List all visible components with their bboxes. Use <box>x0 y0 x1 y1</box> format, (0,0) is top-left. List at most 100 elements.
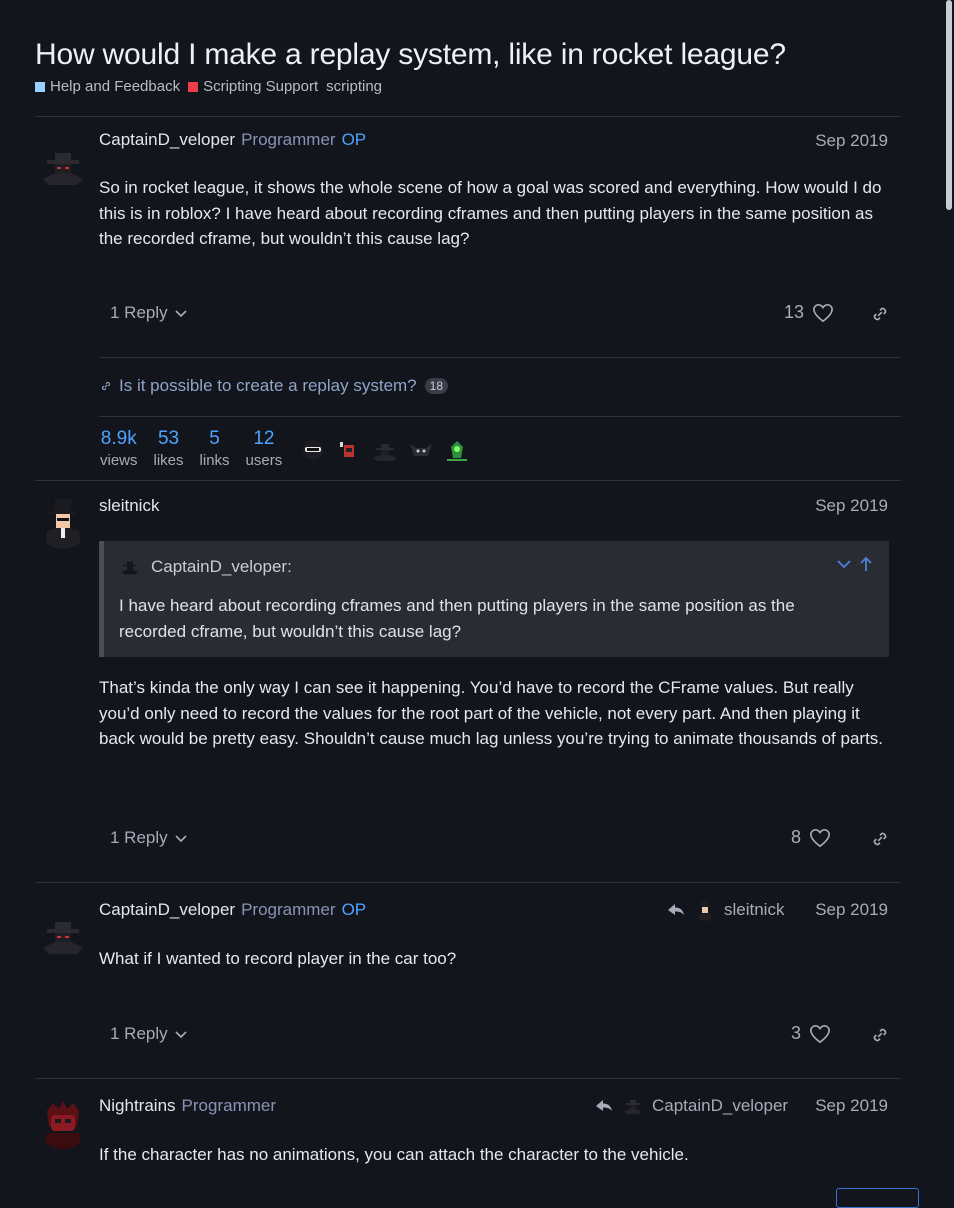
link-icon[interactable] <box>869 828 891 850</box>
stat-number: 12 <box>253 428 275 449</box>
category-label: Scripting Support <box>203 78 319 95</box>
stat-number: 5 <box>209 428 220 449</box>
reply-to-indicator[interactable]: sleitnick <box>666 899 784 921</box>
avatar-captaind-veloper[interactable] <box>37 143 89 195</box>
reply-to-indicator[interactable]: CaptainD_veloper <box>594 1095 788 1117</box>
quote-author-avatar <box>119 556 141 578</box>
stat-number: 53 <box>157 428 180 449</box>
topic-categories: Help and Feedback Scripting Support scri… <box>35 78 382 95</box>
chevron-down-icon <box>175 310 187 318</box>
quote-header: CaptainD_veloper: <box>119 556 292 578</box>
avatar-captaind-veloper[interactable] <box>37 912 89 964</box>
avatar-nightrains[interactable] <box>37 1097 89 1149</box>
category-label: Help and Feedback <box>50 78 181 95</box>
avatar-sleitnick[interactable] <box>37 497 89 549</box>
category-color-swatch <box>188 81 199 92</box>
partially-visible-button[interactable] <box>836 1188 919 1208</box>
like-button[interactable]: 3 <box>791 1023 831 1044</box>
reply-to-avatar <box>622 1095 644 1117</box>
divider <box>35 1078 901 1079</box>
replies-label: 1 Reply <box>110 828 168 847</box>
divider <box>99 416 901 417</box>
chevron-down-icon <box>175 835 187 843</box>
user-flair: Programmer <box>241 130 336 149</box>
op-badge: OP <box>341 130 367 149</box>
post-date[interactable]: Sep 2019 <box>815 496 888 516</box>
stat-label: users <box>245 452 283 469</box>
post-date[interactable]: Sep 2019 <box>815 1096 888 1116</box>
link-icon <box>101 381 111 391</box>
like-button[interactable]: 8 <box>791 827 831 848</box>
reply-to-avatar <box>694 899 716 921</box>
post-date[interactable]: Sep 2019 <box>815 900 888 920</box>
like-count: 3 <box>791 1023 802 1043</box>
post-body: So in rocket league, it shows the whole … <box>99 178 882 248</box>
post-body: What if I wanted to record player in the… <box>99 949 457 968</box>
linked-topic-click-count: 18 <box>424 378 448 394</box>
like-count: 13 <box>784 302 805 322</box>
linked-topic-title[interactable]: Is it possible to create a replay system… <box>119 376 417 396</box>
quote-text: I have heard about recording cframes and… <box>119 596 795 641</box>
heart-icon <box>810 828 830 847</box>
chevron-down-icon[interactable] <box>835 555 853 573</box>
replies-label: 1 Reply <box>110 1024 168 1043</box>
category-help-and-feedback[interactable]: Help and Feedback <box>35 78 180 95</box>
op-badge: OP <box>341 900 367 919</box>
quote-block: CaptainD_veloper: I have heard about rec… <box>99 541 889 657</box>
chevron-down-icon <box>175 1031 187 1039</box>
scrollbar-thumb[interactable] <box>946 0 952 210</box>
stat-links[interactable]: 5 links <box>200 428 230 469</box>
reply-to-username: sleitnick <box>724 900 785 919</box>
divider <box>35 480 901 481</box>
post-body: That’s kinda the only way I can see it h… <box>99 678 884 748</box>
linked-topic[interactable]: Is it possible to create a replay system… <box>99 376 448 396</box>
participant-avatar[interactable] <box>370 436 400 466</box>
link-icon[interactable] <box>869 1024 891 1046</box>
post-author[interactable]: CaptainD_veloper Programmer OP <box>99 900 366 920</box>
topic-title: How would I make a replay system, like i… <box>35 38 786 71</box>
scrollbar-track[interactable] <box>944 0 954 1200</box>
divider <box>99 357 901 358</box>
post-author[interactable]: sleitnick <box>99 496 159 516</box>
stat-likes: 53 likes <box>154 428 184 469</box>
stat-number: 8.9k <box>100 428 137 449</box>
participant-avatar[interactable] <box>442 436 472 466</box>
heart-icon <box>810 1024 830 1043</box>
stat-views: 8.9k views <box>100 428 138 469</box>
username[interactable]: sleitnick <box>99 496 159 515</box>
post-date[interactable]: Sep 2019 <box>815 131 888 151</box>
participant-avatar[interactable] <box>406 436 436 466</box>
user-flair: Programmer <box>241 900 336 919</box>
quote-controls <box>835 555 875 573</box>
heart-icon <box>813 303 833 322</box>
reply-to-username: CaptainD_veloper <box>652 1096 789 1115</box>
category-color-swatch <box>35 81 45 92</box>
reply-arrow-icon <box>596 1100 612 1111</box>
divider <box>35 882 901 883</box>
username[interactable]: CaptainD_veloper <box>99 130 235 149</box>
like-count: 8 <box>791 827 802 847</box>
post-author[interactable]: Nightrains Programmer <box>99 1096 276 1116</box>
replies-label: 1 Reply <box>110 303 168 322</box>
reply-arrow-icon <box>668 904 684 915</box>
link-icon[interactable] <box>869 303 891 325</box>
username[interactable]: CaptainD_veloper <box>99 900 235 919</box>
stat-users: 12 users <box>246 428 283 469</box>
replies-toggle-button[interactable]: 1 Reply <box>110 1024 188 1044</box>
stat-label: views <box>100 452 138 469</box>
stat-label: links <box>199 452 230 469</box>
replies-toggle-button[interactable]: 1 Reply <box>110 303 188 323</box>
topic-stats: 8.9k views 53 likes 5 links 12 users <box>100 428 282 469</box>
category-scripting-support[interactable]: Scripting Support <box>188 78 318 95</box>
username[interactable]: Nightrains <box>99 1096 176 1115</box>
participant-avatar[interactable] <box>334 436 364 466</box>
participant-avatars <box>298 436 472 466</box>
user-flair: Programmer <box>181 1096 277 1115</box>
quote-author: CaptainD_veloper: <box>151 557 292 576</box>
participant-avatar[interactable] <box>298 436 328 466</box>
like-button[interactable]: 13 <box>784 302 834 323</box>
replies-toggle-button[interactable]: 1 Reply <box>110 828 188 848</box>
arrow-up-icon[interactable] <box>857 555 875 573</box>
post-author[interactable]: CaptainD_veloper Programmer OP <box>99 130 366 150</box>
tag-scripting[interactable]: scripting <box>326 78 382 95</box>
